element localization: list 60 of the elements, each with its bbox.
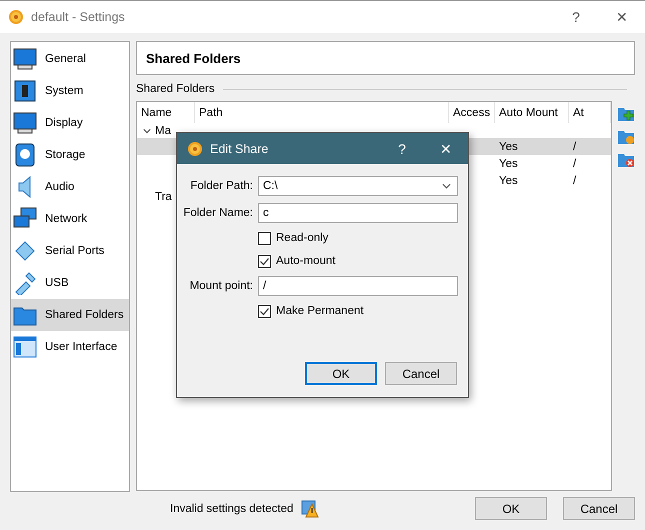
sidebar-item[interactable]: User Interface [11, 331, 129, 363]
column-header[interactable]: Path [195, 102, 449, 123]
checkbox[interactable] [258, 232, 271, 244]
dialog-title: Edit Share [210, 142, 268, 156]
field-label: Folder Name: [182, 207, 253, 219]
category-icon [13, 271, 37, 295]
window-title: default - Settings [31, 10, 125, 24]
category-icon [13, 335, 37, 359]
folder-path-combo[interactable]: C:\ [258, 176, 458, 196]
input-field[interactable]: / [258, 276, 458, 296]
group-label: Shared Folders [136, 83, 215, 95]
input-field[interactable]: c [258, 203, 458, 223]
gear-icon [187, 140, 203, 156]
category-icon [13, 111, 37, 135]
column-header[interactable]: At [569, 102, 611, 123]
tree-item[interactable]: Ma [155, 124, 171, 136]
category-icon [13, 239, 37, 263]
sidebar-item[interactable]: USB [11, 267, 129, 299]
column-header[interactable]: Name [137, 102, 195, 123]
checkbox-label[interactable]: Read-only [276, 232, 328, 244]
table-cell-text: Yes [498, 158, 519, 170]
table-cell-text: / [572, 174, 578, 186]
table-cell-text: Yes [498, 174, 519, 186]
dialog-button[interactable]: OK [475, 497, 547, 520]
sidebar-item[interactable]: Audio [11, 171, 129, 203]
gear-icon [8, 9, 24, 25]
category-icon [13, 47, 37, 71]
tree-item[interactable]: Tra [155, 190, 172, 202]
sidebar-item[interactable]: Storage [11, 139, 129, 171]
table-cell-text: / [572, 158, 578, 170]
table-cell-text: / [572, 140, 578, 152]
dialog-button[interactable]: Cancel [563, 497, 635, 520]
category-icon [13, 143, 37, 167]
field-label: Mount point: [188, 280, 253, 292]
checkbox[interactable] [258, 254, 271, 268]
checkbox[interactable] [258, 304, 271, 318]
dialog-button[interactable]: Cancel [385, 362, 457, 385]
checkbox-label[interactable]: Auto-mount [276, 255, 336, 267]
dialog-button[interactable]: OK [305, 362, 377, 385]
checkbox-label[interactable]: Make Permanent [276, 305, 364, 317]
sidebar-item[interactable]: Network [11, 203, 129, 235]
sidebar-item[interactable]: Shared Folders [11, 299, 129, 331]
help-button[interactable]: ? [553, 1, 599, 33]
column-header[interactable]: Access [449, 102, 495, 123]
close-button[interactable]: ✕ [599, 1, 645, 33]
sidebar-item[interactable]: Display [11, 107, 129, 139]
table-cell-text: Yes [498, 140, 519, 152]
help-button[interactable]: ? [380, 133, 424, 164]
page-header: Shared Folders [136, 41, 635, 75]
sidebar-item[interactable]: System [11, 75, 129, 107]
column-header[interactable]: Auto Mount [495, 102, 569, 123]
warning-icon [301, 500, 320, 518]
sidebar-item[interactable]: General [11, 43, 129, 75]
sidebar-item[interactable]: Serial Ports [11, 235, 129, 267]
category-icon [13, 79, 37, 103]
field-label: Folder Path: [189, 180, 253, 192]
status-message: Invalid settings detected [170, 502, 294, 514]
caret-icon [442, 183, 451, 189]
expand-icon[interactable] [143, 126, 151, 134]
close-button[interactable]: ✕ [424, 133, 468, 164]
